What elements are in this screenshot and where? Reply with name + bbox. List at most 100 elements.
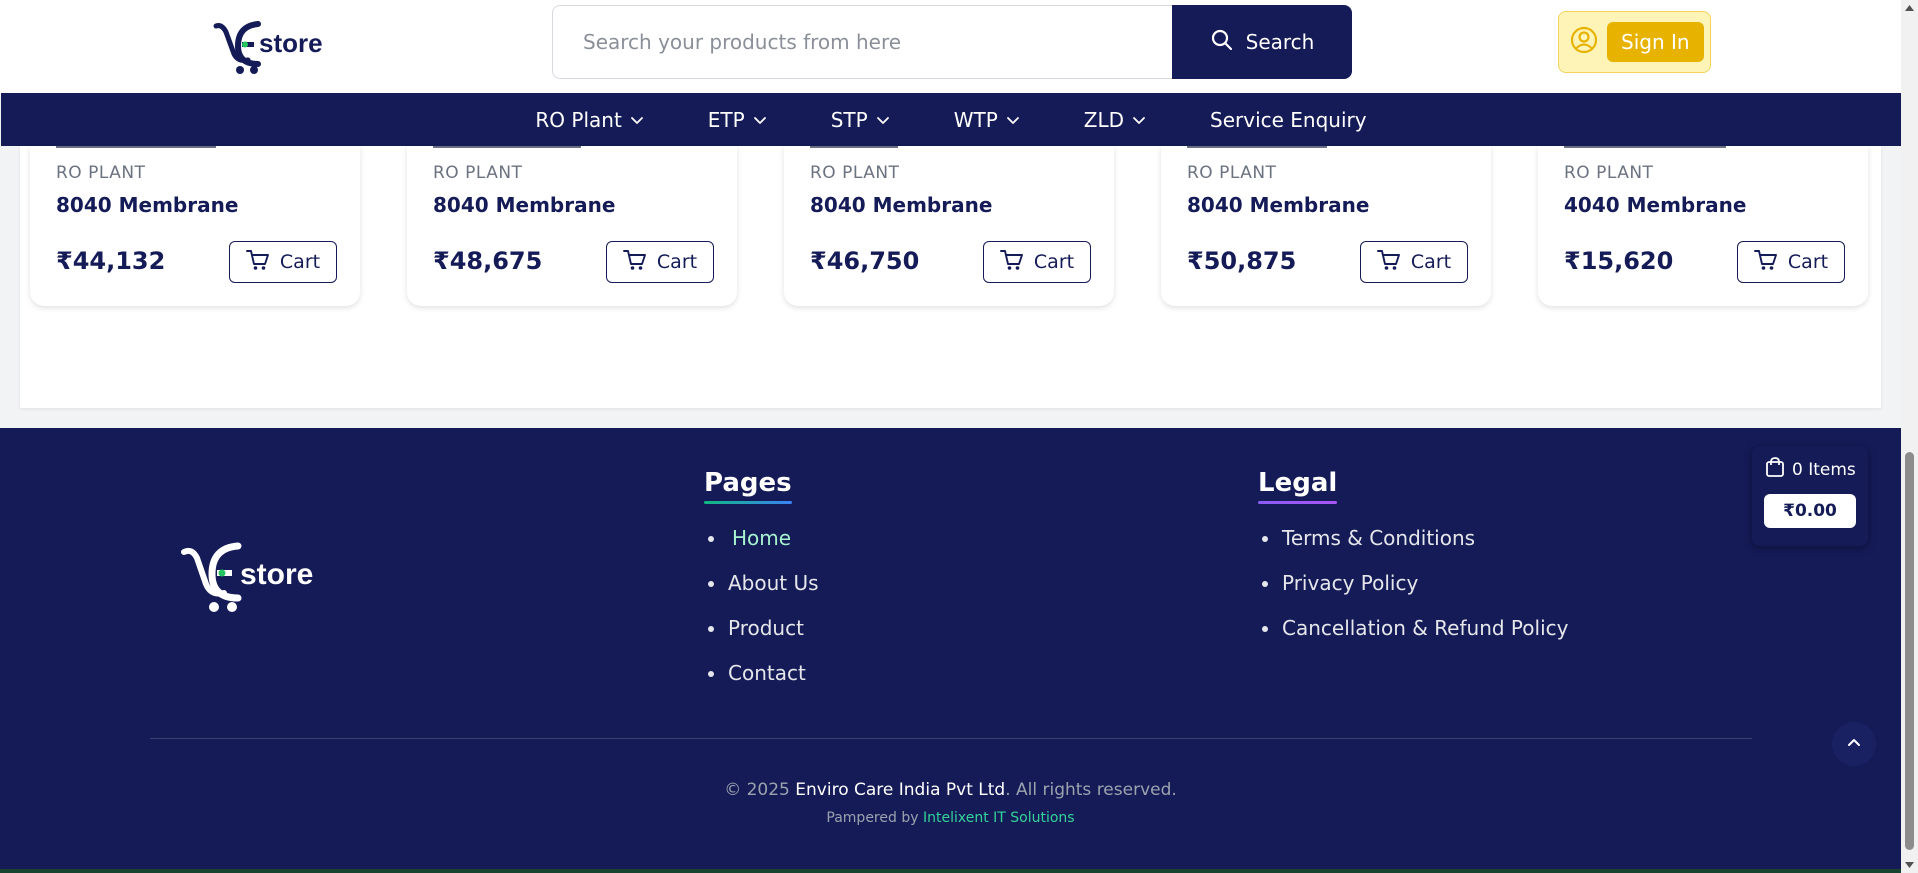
product-card[interactable]: RO PLANT 8040 Membrane ₹46,750 Cart (784, 146, 1114, 306)
product-category: RO PLANT (810, 163, 900, 183)
card-accent-line (433, 146, 581, 148)
signin-button[interactable]: Sign In (1607, 22, 1704, 62)
product-price: ₹50,875 (1187, 247, 1297, 275)
product-card[interactable]: RO PLANT 8040 Membrane ₹48,675 Cart (407, 146, 737, 306)
mini-cart-items: 0 Items (1764, 456, 1856, 483)
card-accent-line (56, 146, 216, 148)
footer-logo[interactable]: store (180, 538, 320, 614)
footer-link-contact[interactable]: Contact (704, 651, 819, 696)
nav-item-service-enquiry[interactable]: Service Enquiry (1178, 93, 1399, 146)
product-name[interactable]: 8040 Membrane (433, 193, 615, 217)
product-card[interactable]: RO PLANT 4040 Membrane ₹15,620 Cart (1538, 146, 1868, 306)
product-category: RO PLANT (1187, 163, 1277, 183)
nav-item-zld[interactable]: ZLD (1052, 93, 1178, 146)
chevron-down-icon (1006, 108, 1020, 132)
mini-cart-items-label: 0 Items (1792, 459, 1856, 480)
product-name[interactable]: 8040 Membrane (810, 193, 992, 217)
add-to-cart-button[interactable]: Cart (229, 241, 337, 283)
footer-link-terms-conditions[interactable]: Terms & Conditions (1258, 516, 1568, 561)
footer-link-cancellation-refund-policy[interactable]: Cancellation & Refund Policy (1258, 606, 1568, 651)
chevron-up-icon (1845, 733, 1863, 755)
footer-pages-column: Pages Home About Us Product Contact (704, 468, 819, 696)
bag-icon (1764, 456, 1786, 483)
site-logo[interactable]: store (212, 18, 332, 76)
card-accent-line (810, 146, 898, 148)
footer-divider (150, 738, 1752, 739)
nav-item-label: ZLD (1083, 107, 1125, 132)
scroll-to-top-button[interactable] (1832, 722, 1876, 766)
search-input[interactable] (552, 5, 1172, 79)
chevron-down-icon (876, 108, 890, 132)
chevron-down-icon (630, 108, 644, 132)
copyright-text: © 2025 Enviro Care India Pvt Ltd. All ri… (0, 780, 1901, 800)
card-accent-line (1187, 146, 1327, 148)
add-to-cart-button[interactable]: Cart (606, 241, 714, 283)
chevron-down-icon (753, 108, 767, 132)
footer-legal-title: Legal (1258, 468, 1338, 504)
footer-pages-title: Pages (704, 468, 792, 504)
floating-mini-cart[interactable]: 0 Items ₹0.00 (1752, 446, 1868, 546)
vendor-link[interactable]: Intelixent IT Solutions (923, 810, 1075, 826)
footer-link-home[interactable]: Home (704, 516, 819, 561)
cart-icon (622, 249, 647, 276)
cart-button-label: Cart (1787, 251, 1829, 273)
product-category: RO PLANT (56, 163, 146, 183)
powered-by-text: Pampered by Intelixent IT Solutions (0, 810, 1901, 826)
nav-item-label: Service Enquiry (1210, 107, 1367, 132)
add-to-cart-button[interactable]: Cart (1737, 241, 1845, 283)
user-circle-icon[interactable] (1569, 25, 1599, 59)
copyright-prefix: © 2025 (724, 780, 790, 800)
scrollbar-thumb[interactable] (1905, 452, 1914, 850)
cart-button-label: Cart (1410, 251, 1452, 273)
footer-link-privacy-policy[interactable]: Privacy Policy (1258, 561, 1568, 606)
site-header: store Search Sign In (0, 0, 1901, 93)
product-card[interactable]: RO PLANT 8040 Membrane ₹50,875 Cart (1161, 146, 1491, 306)
site-footer: store Pages Home About Us Product Contact L… (0, 428, 1901, 873)
add-to-cart-button[interactable]: Cart (983, 241, 1091, 283)
nav-item-label: ETP (707, 107, 745, 132)
signin-area: Sign In (1558, 11, 1711, 73)
cart-button-label: Cart (1033, 251, 1075, 273)
search-icon (1210, 28, 1234, 57)
nav-item-label: WTP (953, 107, 998, 132)
nav-item-etp[interactable]: ETP (676, 93, 799, 146)
nav-item-stp[interactable]: STP (799, 93, 922, 146)
product-card[interactable]: RO PLANT 8040 Membrane ₹44,132 Cart (30, 146, 360, 306)
product-category: RO PLANT (433, 163, 523, 183)
card-accent-line (1564, 146, 1726, 148)
product-name[interactable]: 4040 Membrane (1564, 193, 1746, 217)
cart-button-label: Cart (656, 251, 698, 273)
footer-link-product[interactable]: Product (704, 606, 819, 651)
product-name[interactable]: 8040 Membrane (56, 193, 238, 217)
search-bar: Search (552, 5, 1352, 79)
footer-legal-column: Legal Terms & Conditions Privacy Policy Ca… (1258, 468, 1568, 651)
scroll-down-arrow[interactable] (1901, 857, 1918, 873)
cart-icon (245, 249, 270, 276)
company-link[interactable]: Enviro Care India Pvt Ltd (795, 780, 1005, 800)
product-name[interactable]: 8040 Membrane (1187, 193, 1369, 217)
product-category: RO PLANT (1564, 163, 1654, 183)
cart-button-label: Cart (279, 251, 321, 273)
nav-item-ro-plant[interactable]: RO Plant (503, 93, 675, 146)
scroll-up-arrow[interactable] (1901, 0, 1918, 16)
bottom-strip (0, 869, 1901, 873)
copyright-suffix: . All rights reserved. (1005, 780, 1177, 800)
page-scrollbar[interactable] (1901, 0, 1918, 873)
mini-cart-total: ₹0.00 (1764, 494, 1856, 528)
cart-icon (999, 249, 1024, 276)
product-price: ₹15,620 (1564, 247, 1674, 275)
logo-text: store (259, 28, 323, 58)
product-section: RO PLANT 8040 Membrane ₹44,132 Cart RO PLANT… (20, 146, 1881, 408)
nav-item-label: STP (830, 107, 868, 132)
add-to-cart-button[interactable]: Cart (1360, 241, 1468, 283)
search-button[interactable]: Search (1172, 5, 1352, 79)
product-price: ₹46,750 (810, 247, 920, 275)
footer-legal-list: Terms & Conditions Privacy Policy Cancella… (1258, 516, 1568, 651)
nav-item-wtp[interactable]: WTP (922, 93, 1052, 146)
cart-icon (1376, 249, 1401, 276)
powered-prefix: Pampered by (826, 810, 919, 826)
footer-link-about-us[interactable]: About Us (704, 561, 819, 606)
footer-logo-text: store (240, 558, 314, 591)
main-nav: RO Plant ETP STP WTP ZLD Service Enquiry (1, 93, 1901, 146)
nav-item-label: RO Plant (535, 107, 622, 132)
